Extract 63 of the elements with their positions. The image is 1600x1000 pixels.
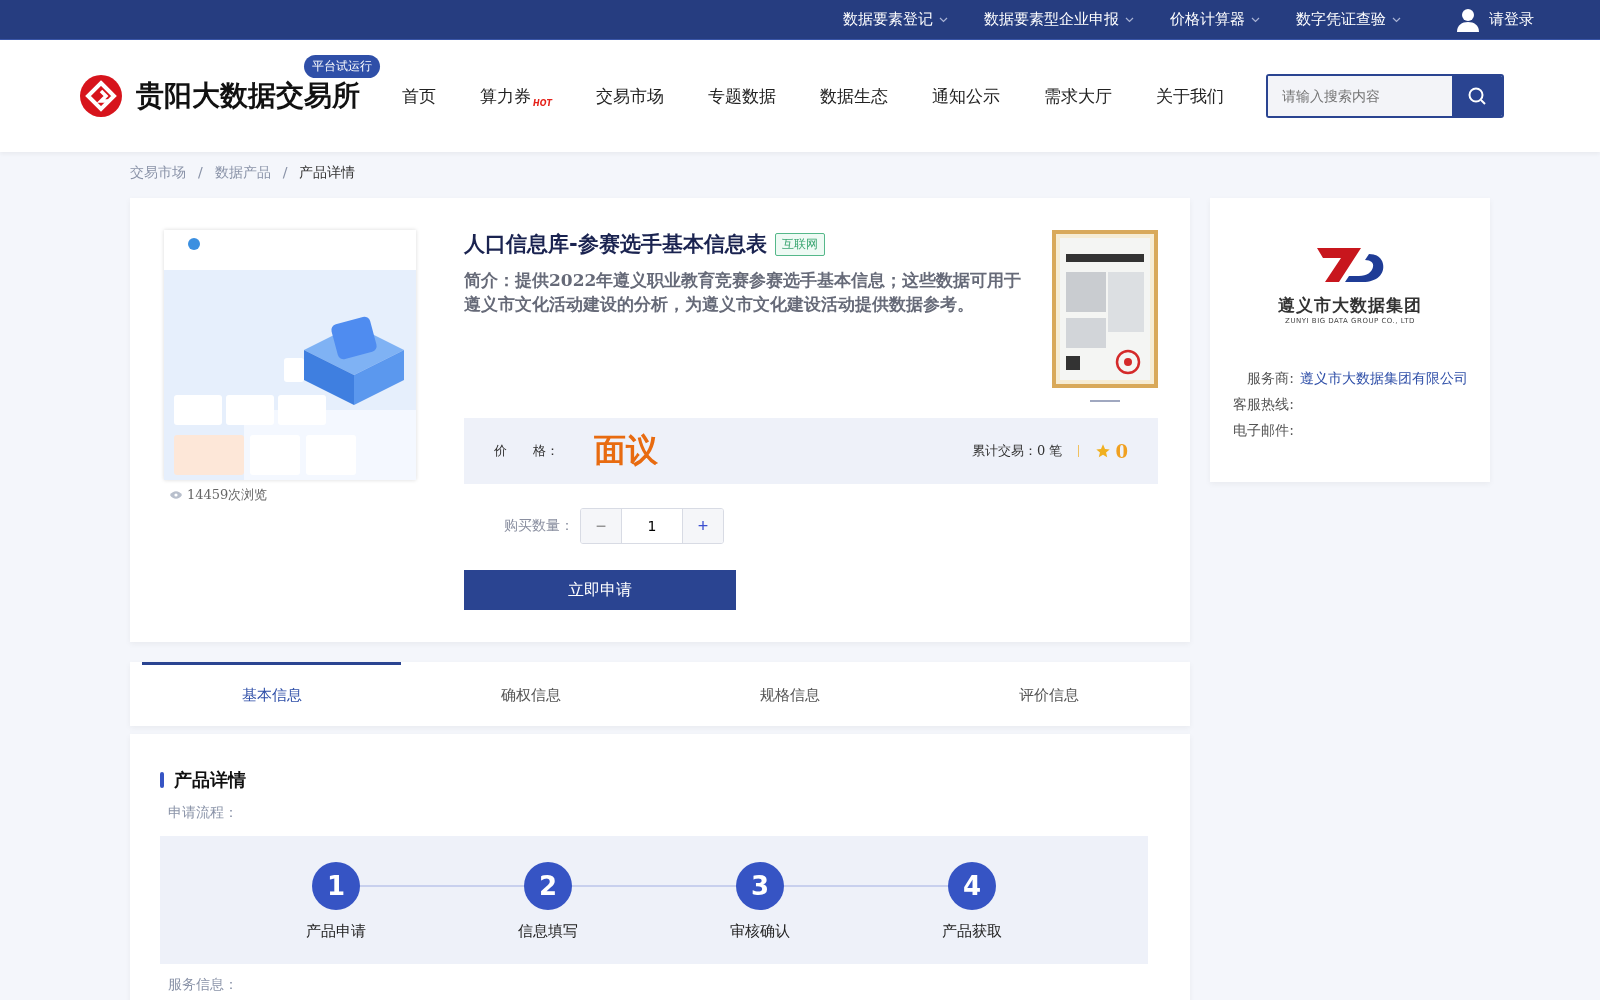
breadcrumb-separator: / [198, 164, 203, 182]
view-count: 14459次浏览 [187, 486, 268, 504]
search-button[interactable] [1451, 76, 1502, 116]
nav-link[interactable]: 首页 [380, 84, 458, 108]
chevron-down-icon [1251, 16, 1260, 23]
search-field[interactable]: 请输入搜索内容 [1265, 74, 1504, 118]
apply-button[interactable]: 立即申请 [464, 570, 736, 610]
quantity-stepper[interactable]: − 1 + [580, 508, 724, 544]
field-label: 服务商: [1246, 369, 1294, 388]
quantity-field[interactable]: 1 [621, 509, 683, 543]
service-label: 服务信息： [168, 976, 239, 994]
step-number: 2 [524, 862, 572, 910]
nav-link[interactable]: 需求大厅 [1021, 84, 1134, 108]
step-label: 审核确认 [730, 922, 790, 941]
star-icon [1095, 443, 1112, 459]
tab[interactable]: 确权信息 [401, 662, 660, 726]
company-logo-name: 遵义市大数据集团 [1278, 294, 1422, 317]
chevron-down-icon [939, 16, 948, 23]
provider-link[interactable]: 遵义市大数据集团有限公司 [1300, 365, 1468, 391]
site-name: 贵阳大数据交易所 [136, 78, 360, 114]
step-label: 产品获取 [942, 922, 1002, 941]
top-menu-link[interactable]: 数据要素型企业申报 [984, 10, 1134, 29]
login-link[interactable]: 请登录 [1489, 10, 1534, 29]
step-number: 4 [948, 862, 996, 910]
quantity-label: 购买数量： [504, 517, 574, 535]
nav-link[interactable]: 专题数据 [685, 84, 798, 108]
nav-link[interactable]: 关于我们 [1133, 84, 1246, 108]
price-label: 价 格： [494, 442, 560, 460]
hot-label: HOT [533, 98, 552, 108]
decrease-button[interactable]: − [581, 509, 621, 543]
eye-icon [170, 491, 182, 499]
field-label: 电子邮件: [1232, 421, 1294, 440]
step-label: 产品申请 [306, 922, 366, 941]
tab[interactable]: 评价信息 [919, 662, 1178, 726]
trial-badge: 平台试运行 [304, 55, 380, 78]
chevron-down-icon [1125, 16, 1134, 23]
step-label: 信息填写 [518, 922, 578, 941]
step-number: 3 [736, 862, 784, 910]
increase-button[interactable]: + [683, 509, 723, 543]
logo-icon [80, 75, 122, 117]
top-menu-link[interactable]: 数字凭证查验 [1296, 10, 1401, 29]
process-label: 申请流程： [168, 804, 239, 822]
company-logo-icon [1315, 246, 1385, 284]
breadcrumb-separator: / [282, 164, 288, 182]
rating-value: 0 [1115, 440, 1128, 462]
search-icon [1466, 86, 1487, 106]
tab[interactable]: 基本信息 [142, 662, 401, 726]
nav-link[interactable]: 数据生态 [797, 84, 910, 108]
trade-count: 累计交易：0 笔 [972, 442, 1063, 460]
product-title: 人口信息库-参赛选手基本信息表 [464, 231, 767, 258]
user-icon [1457, 7, 1479, 32]
tab[interactable]: 规格信息 [660, 662, 919, 726]
nav-link[interactable]: 交易市场 [573, 84, 686, 108]
chevron-down-icon [1392, 16, 1401, 23]
top-menu-link[interactable]: 价格计算器 [1170, 10, 1260, 29]
step-number: 1 [312, 862, 360, 910]
section-heading: 产品详情 [174, 768, 246, 792]
category-tag: 互联网 [774, 232, 825, 256]
nav-link[interactable]: 通知公示 [909, 84, 1022, 108]
price-value: 面议 [594, 430, 658, 471]
product-intro: 简介：提供2022年遵义职业教育竞赛参赛选手基本信息；这些数据可用于遵义市文化活动建设的分析，为遵义市文化建设活动提供数据参考。 [464, 269, 1023, 316]
field-label: 客服热线: [1232, 395, 1294, 414]
top-menu-link[interactable]: 数据要素登记 [843, 10, 948, 29]
